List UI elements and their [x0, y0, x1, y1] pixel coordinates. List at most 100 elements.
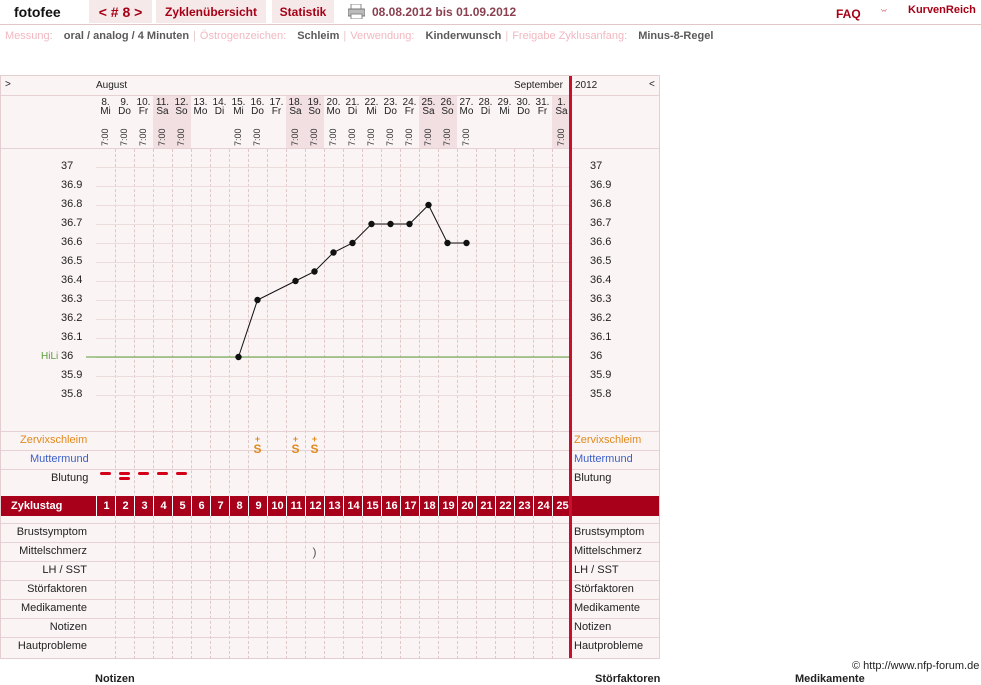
symptom-row-divider: [1, 580, 659, 581]
symptom-row-label-right: LH / SST: [574, 564, 619, 576]
temperature-point[interactable]: [463, 239, 470, 247]
mumu-label-right: Muttermund: [574, 453, 633, 465]
cycle-day-number: 11: [286, 496, 306, 516]
cycle-day-number: 21: [476, 496, 496, 516]
release-value: Minus-8-Regel: [638, 30, 714, 42]
symptom-row-label-right: Brustsymptom: [574, 526, 645, 538]
temperature-point[interactable]: [387, 220, 394, 228]
symptom-row-label: Störfaktoren: [27, 583, 87, 595]
cycle-day-number: 8: [229, 496, 249, 516]
estrogen-label: Östrogenzeichen:: [199, 30, 287, 42]
measure-value: oral / analog / 4 Minuten: [63, 30, 190, 42]
use-label: Verwendung:: [350, 30, 415, 42]
mumu-label: Muttermund: [30, 453, 89, 465]
symptom-row-divider: [1, 523, 659, 524]
symptom-row-label: Medikamente: [20, 602, 87, 614]
cycle-day-number: 7: [210, 496, 230, 516]
symptom-row-label: Mittelschmerz: [19, 545, 87, 557]
temperature-point[interactable]: [406, 220, 413, 228]
top-bar: fotofee < # 8 > Zyklenübersicht Statisti…: [0, 0, 981, 24]
symptom-row-divider: [1, 618, 659, 619]
temperature-point[interactable]: [254, 296, 261, 304]
cycle-day-number: 2: [115, 496, 135, 516]
today-marker: [569, 76, 572, 658]
mittelschmerz-symbol[interactable]: ): [305, 545, 324, 559]
cycle-day-number: 20: [457, 496, 477, 516]
bleeding-mark[interactable]: [138, 472, 149, 475]
symptom-row-label-right: Hautprobleme: [574, 640, 644, 652]
cervix-divider: [1, 431, 659, 432]
cycle-chart: > August September 2012 < 8. Mi 7:00 9. Do 7:…: [0, 75, 660, 659]
bleeding-mark[interactable]: [176, 472, 187, 475]
temperature-point[interactable]: [425, 201, 432, 209]
cycle-day-number: 12: [305, 496, 325, 516]
cervix-symbol[interactable]: + S: [248, 433, 267, 455]
symptom-row-divider: [1, 561, 659, 562]
bleeding-label: Blutung: [51, 472, 89, 484]
temperature-point[interactable]: [292, 277, 299, 285]
username: fotofee: [14, 4, 61, 20]
faq-link[interactable]: FAQ: [836, 2, 861, 26]
footer-medication: Medikamente: [795, 673, 865, 685]
cervix-symbol[interactable]: + S: [286, 433, 305, 455]
cycle-day-number: 3: [134, 496, 154, 516]
logo-text[interactable]: KurvenReich: [908, 4, 976, 16]
nav-statistics[interactable]: Statistik: [272, 0, 334, 23]
cycle-day-number: 24: [533, 496, 553, 516]
release-label: Freigabe Zyklusanfang:: [512, 30, 628, 42]
estrogen-value: Schleim: [297, 30, 340, 42]
top-divider: [0, 24, 981, 25]
cycle-day-number: 13: [324, 496, 344, 516]
date-range: 08.08.2012 bis 01.09.2012: [372, 5, 517, 19]
symptom-row-label-right: Störfaktoren: [574, 583, 634, 595]
cycle-navigation[interactable]: < # 8 >: [89, 0, 152, 23]
symptom-row-divider: [1, 637, 659, 638]
symptom-row-label: Hautprobleme: [17, 640, 87, 652]
temperature-point[interactable]: [311, 268, 318, 275]
footer-notes: Notizen: [95, 673, 135, 685]
bleeding-divider: [1, 469, 659, 470]
mumu-divider: [1, 450, 659, 451]
cycle-day-number: 17: [400, 496, 420, 516]
cervix-label: Zervixschleim: [20, 434, 88, 446]
symptom-row-divider: [1, 542, 659, 543]
cycle-day-bar: Zyklustag 1 2 3 4 5 6 7 8 9 10 11 12 13 14 15 16 17 18 19 2…: [1, 496, 659, 516]
cycle-day-number: 23: [514, 496, 534, 516]
measure-label: Messung:: [5, 30, 53, 42]
kurvenreich-logo-icon[interactable]: [881, 2, 905, 20]
cycle-day-number: 22: [495, 496, 515, 516]
bleeding-mark[interactable]: [100, 472, 111, 475]
cycle-day-number: 5: [172, 496, 192, 516]
cervix-symbol[interactable]: + S: [305, 433, 324, 455]
temperature-point[interactable]: [235, 353, 242, 361]
cervix-label-right: Zervixschleim: [574, 434, 642, 446]
temperature-point[interactable]: [330, 249, 337, 256]
symptom-row-label-right: Medikamente: [574, 602, 641, 614]
symptom-row-label: LH / SST: [42, 564, 87, 576]
cycle-day-label: Zyklustag: [11, 500, 63, 512]
cycle-day-number: 14: [343, 496, 363, 516]
symptom-row-label-right: Notizen: [574, 621, 612, 633]
settings-line: Messung: oral / analog / 4 Minuten | Östro…: [5, 30, 714, 42]
cycle-day-number: 19: [438, 496, 458, 516]
cycle-day-number: 1: [96, 496, 116, 516]
nav-cycle-overview[interactable]: Zyklenübersicht: [156, 0, 266, 23]
cycle-day-number: 18: [419, 496, 439, 516]
cycle-day-number: 16: [381, 496, 401, 516]
bleeding-mark[interactable]: [119, 477, 130, 480]
bleeding-mark[interactable]: [119, 472, 130, 475]
bleeding-label-right: Blutung: [574, 472, 612, 484]
temperature-point[interactable]: [444, 239, 451, 247]
temperature-point[interactable]: [368, 220, 375, 228]
bleeding-mark[interactable]: [157, 472, 168, 475]
printer-icon[interactable]: [348, 4, 365, 19]
symptom-row-divider: [1, 599, 659, 600]
use-value: Kinderwunsch: [425, 30, 502, 42]
symptom-row-label-right: Mittelschmerz: [574, 545, 642, 557]
cycle-day-number: 6: [191, 496, 211, 516]
temperature-point[interactable]: [349, 239, 356, 247]
footer-disruptors: Störfaktoren: [595, 673, 661, 685]
temperature-line: [238, 204, 467, 358]
cycle-day-number: 9: [248, 496, 268, 516]
symptom-row-label: Brustsymptom: [16, 526, 87, 538]
